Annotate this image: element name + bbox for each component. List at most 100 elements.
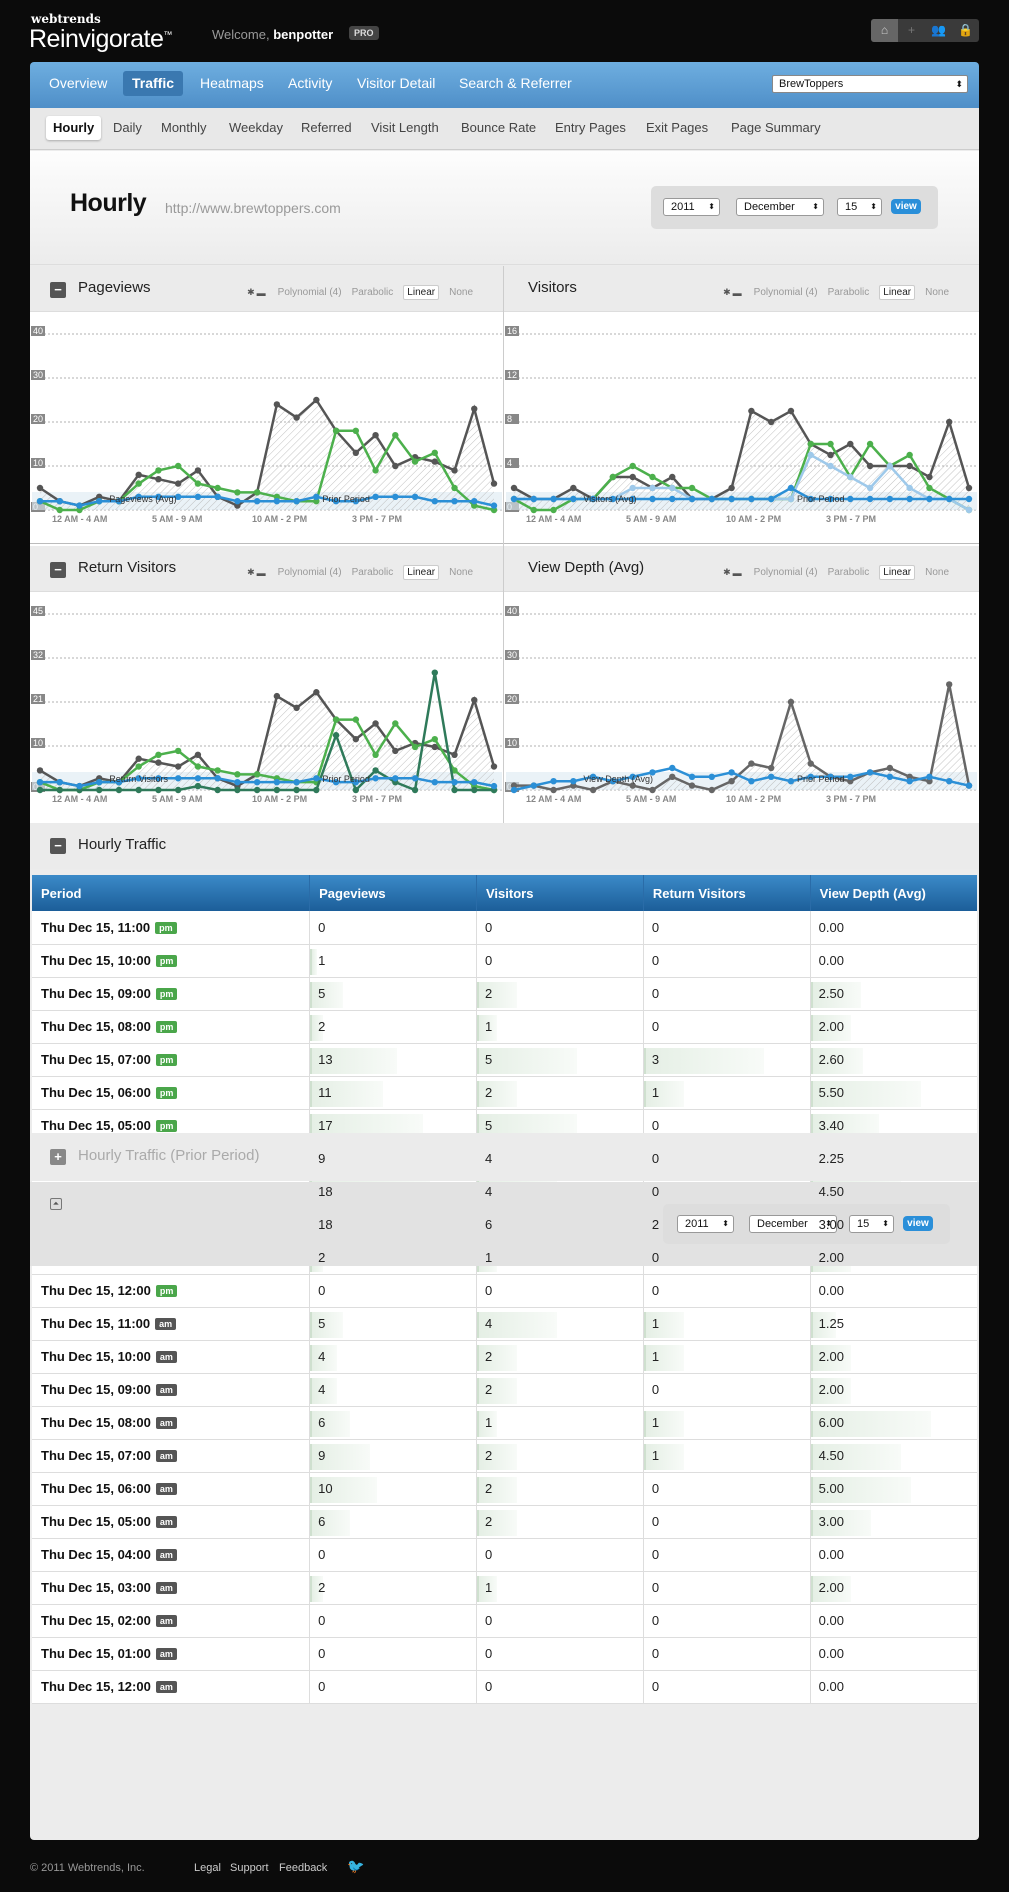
twitter-icon[interactable]: 🐦 bbox=[347, 1858, 364, 1875]
month-select[interactable]: December bbox=[736, 198, 824, 216]
cell-value: 0.00 bbox=[818, 1613, 844, 1628]
trend-none[interactable]: None bbox=[925, 287, 949, 298]
add-icon[interactable]: + bbox=[898, 19, 925, 42]
trend-options: ✱ ▬ Polynomial (4) Parabolic Linear None bbox=[247, 285, 473, 300]
trend-parabolic[interactable]: Parabolic bbox=[352, 287, 394, 298]
subnav-hourly[interactable]: Hourly bbox=[46, 116, 102, 140]
subnav-bounce-rate[interactable]: Bounce Rate bbox=[454, 116, 543, 140]
period-label: Thu Dec 15, 09:00 bbox=[41, 986, 151, 1001]
cell-value: 5 bbox=[318, 986, 326, 1001]
expand-toggle-icon[interactable]: ✱ bbox=[247, 567, 255, 578]
collapse-icon[interactable]: − bbox=[50, 838, 66, 854]
cell-value: 0 bbox=[651, 1184, 660, 1199]
table-row: Thu Dec 15, 03:00 am 2 1 0 2.00 bbox=[32, 1571, 977, 1605]
feedback-link[interactable]: Feedback bbox=[279, 1862, 327, 1874]
collapse-toggle-icon[interactable]: ▬ bbox=[257, 568, 266, 578]
cell-value: 0 bbox=[651, 1250, 660, 1265]
trend-polynomial[interactable]: Polynomial (4) bbox=[278, 287, 342, 298]
data-point bbox=[530, 495, 537, 503]
brand-logo[interactable]: Reinvigorate™ bbox=[29, 25, 172, 54]
trend-polynomial[interactable]: Polynomial (4) bbox=[754, 567, 818, 578]
data-point bbox=[135, 786, 142, 794]
support-link[interactable]: Support bbox=[230, 1862, 269, 1874]
expand-toggle-icon[interactable]: ✱ bbox=[247, 287, 255, 298]
expand-icon[interactable]: + bbox=[50, 1149, 66, 1165]
trend-none[interactable]: None bbox=[449, 567, 473, 578]
column-header[interactable]: Period bbox=[32, 875, 311, 911]
period-cell: Thu Dec 15, 05:00 am bbox=[32, 1505, 311, 1539]
trend-none[interactable]: None bbox=[925, 567, 949, 578]
home-icon[interactable]: ⌂ bbox=[871, 19, 898, 42]
data-point bbox=[649, 484, 656, 492]
view-button[interactable]: view bbox=[891, 199, 921, 214]
trend-polynomial[interactable]: Polynomial (4) bbox=[278, 567, 342, 578]
nav-overview[interactable]: Overview bbox=[40, 71, 116, 96]
collapse-icon[interactable]: − bbox=[50, 562, 66, 578]
subnav-entry-pages[interactable]: Entry Pages bbox=[548, 116, 633, 140]
collapse-toggle-icon[interactable]: ▬ bbox=[257, 288, 266, 298]
nav-activity[interactable]: Activity bbox=[279, 71, 341, 96]
day-select[interactable]: 15 bbox=[849, 1215, 894, 1233]
chart-annotation: Return Visitors bbox=[109, 774, 168, 784]
trend-none[interactable]: None bbox=[449, 287, 473, 298]
page-url[interactable]: http://www.brewtoppers.com bbox=[165, 200, 341, 216]
scroll-top-icon[interactable]: ⏶ bbox=[50, 1198, 62, 1210]
year-select[interactable]: 2011 bbox=[663, 198, 720, 216]
collapse-toggle-icon[interactable]: ▬ bbox=[733, 288, 742, 298]
column-header[interactable]: Pageviews bbox=[309, 875, 477, 911]
subnav-exit-pages[interactable]: Exit Pages bbox=[639, 116, 715, 140]
data-point bbox=[36, 767, 44, 774]
year-select[interactable]: 2011 bbox=[677, 1215, 734, 1233]
nav-heatmaps[interactable]: Heatmaps bbox=[191, 71, 273, 96]
expand-toggle-icon[interactable]: ✱ bbox=[723, 567, 731, 578]
trend-parabolic[interactable]: Parabolic bbox=[828, 287, 870, 298]
trend-parabolic[interactable]: Parabolic bbox=[352, 567, 394, 578]
data-point bbox=[273, 786, 281, 794]
data-point bbox=[451, 751, 458, 758]
expand-toggle-icon[interactable]: ✱ bbox=[723, 287, 731, 298]
subnav-monthly[interactable]: Monthly bbox=[154, 116, 214, 140]
nav-search-referrer[interactable]: Search & Referrer bbox=[450, 71, 581, 96]
subnav-visit-length[interactable]: Visit Length bbox=[364, 116, 446, 140]
cell-value: 10 bbox=[318, 1481, 333, 1496]
day-select[interactable]: 15 bbox=[837, 198, 882, 216]
column-header[interactable]: View Depth (Avg) bbox=[810, 875, 977, 911]
view-button[interactable]: view bbox=[903, 1216, 933, 1231]
lock-icon[interactable]: 🔒 bbox=[952, 19, 979, 42]
collapse-icon[interactable]: − bbox=[50, 282, 66, 298]
trend-polynomial[interactable]: Polynomial (4) bbox=[754, 287, 818, 298]
data-point bbox=[352, 735, 360, 743]
data-point bbox=[214, 786, 221, 794]
cell-value: 4 bbox=[485, 1151, 493, 1166]
collapse-toggle-icon[interactable]: ▬ bbox=[733, 568, 742, 578]
nav-traffic[interactable]: Traffic bbox=[123, 71, 184, 96]
subnav-page-summary[interactable]: Page Summary bbox=[724, 116, 828, 140]
return-visitors-cell: 0 bbox=[643, 1010, 811, 1044]
trend-linear[interactable]: Linear bbox=[879, 565, 916, 580]
visitors-cell: 0 bbox=[476, 1604, 644, 1638]
trend-linear[interactable]: Linear bbox=[403, 285, 440, 300]
subnav-weekday[interactable]: Weekday bbox=[222, 116, 290, 140]
trend-parabolic[interactable]: Parabolic bbox=[828, 567, 870, 578]
data-point bbox=[748, 495, 755, 503]
subnav-referred[interactable]: Referred bbox=[294, 116, 359, 140]
users-icon[interactable]: 👥 bbox=[925, 19, 952, 42]
subnav-daily[interactable]: Daily bbox=[106, 116, 149, 140]
top-bar: webtrends Reinvigorate™ Welcome, benpott… bbox=[0, 0, 1009, 62]
legal-link[interactable]: Legal bbox=[194, 1862, 221, 1874]
data-point bbox=[847, 495, 854, 503]
value-bar bbox=[477, 1509, 517, 1536]
site-selector[interactable]: BrewToppers bbox=[772, 75, 968, 93]
nav-visitor-detail[interactable]: Visitor Detail bbox=[348, 71, 444, 96]
username[interactable]: benpotter bbox=[273, 27, 333, 42]
data-point bbox=[906, 778, 913, 785]
trend-linear[interactable]: Linear bbox=[879, 285, 916, 300]
data-point bbox=[708, 786, 716, 794]
data-point bbox=[135, 763, 142, 770]
column-header[interactable]: Visitors bbox=[476, 875, 644, 911]
cell-value: 17 bbox=[318, 1118, 333, 1133]
view-depth-cell: 0.00 bbox=[810, 1538, 977, 1572]
column-header[interactable]: Return Visitors bbox=[643, 875, 811, 911]
trend-linear[interactable]: Linear bbox=[403, 565, 440, 580]
table-row: Thu Dec 15, 12:00 pm 0 0 0 0.00 bbox=[32, 1274, 977, 1308]
